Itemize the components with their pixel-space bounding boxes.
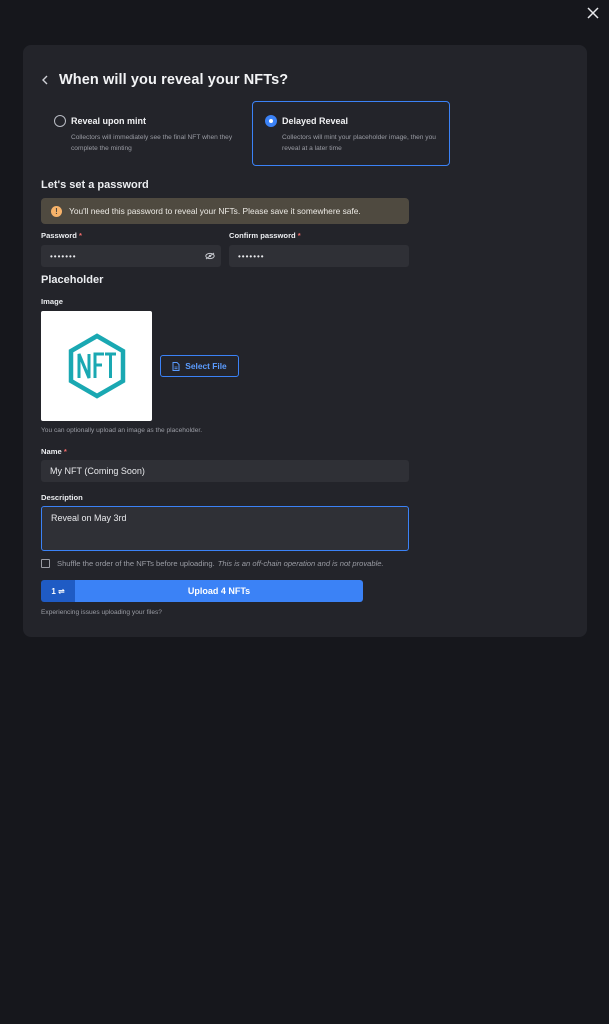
eye-off-icon[interactable] (205, 252, 215, 260)
file-icon (172, 361, 180, 371)
password-section-title: Let's set a password (41, 179, 149, 191)
password-field[interactable]: ••••••• (41, 245, 221, 267)
name-label: Name * (41, 447, 67, 456)
name-value: My NFT (Coming Soon) (50, 466, 145, 476)
name-input[interactable]: My NFT (Coming Soon) (41, 460, 409, 482)
confirm-label-text: Confirm password (229, 231, 296, 240)
required-mark: * (297, 231, 301, 240)
confirm-password-value: ••••••• (238, 251, 265, 261)
image-hint: You can optionally upload an image as th… (41, 427, 203, 434)
description-textarea[interactable]: Reveal on May 3rd (41, 506, 409, 551)
shuffle-option: Shuffle the order of the NFTs before upl… (41, 559, 384, 568)
shuffle-checkbox[interactable] (41, 559, 50, 568)
reveal-panel: When will you reveal your NFTs? Reveal u… (23, 45, 587, 637)
name-label-text: Name (41, 447, 62, 456)
password-label-text: Password (41, 231, 77, 240)
chevron-left-icon (42, 75, 48, 85)
back-button[interactable] (41, 72, 55, 88)
option-description: Collectors will immediately see the fina… (71, 134, 233, 152)
required-mark: * (63, 447, 67, 456)
shuffle-label: Shuffle the order of the NFTs before upl… (57, 559, 215, 568)
shuffle-note: This is an off-chain operation and is no… (217, 559, 384, 568)
required-mark: * (79, 231, 82, 240)
warning-text: You'll need this password to reveal your… (69, 206, 361, 216)
upload-button[interactable]: Upload 4 NFTs (75, 580, 363, 602)
upload-help-link[interactable]: Experiencing issues uploading your files… (41, 609, 162, 616)
description-label: Description (41, 493, 83, 502)
placeholder-image (41, 311, 152, 421)
nft-logo (68, 333, 125, 399)
placeholder-section-title: Placeholder (41, 274, 104, 286)
option-title: Reveal upon mint (71, 116, 147, 126)
description-value: Reveal on May 3rd (51, 513, 127, 523)
select-file-label: Select File (185, 361, 227, 371)
option-delayed-reveal[interactable]: Delayed Reveal Collectors will mint your… (252, 101, 450, 166)
dialog-header: When will you reveal your NFTs? (41, 72, 288, 88)
close-button[interactable] (584, 4, 602, 22)
option-title: Delayed Reveal (282, 116, 349, 126)
password-value: ••••••• (50, 251, 77, 261)
confirm-password-label: Confirm password * (229, 231, 301, 240)
close-icon (587, 7, 599, 19)
radio-reveal-upon-mint[interactable] (54, 115, 66, 127)
confirm-password-field[interactable]: ••••••• (229, 245, 409, 267)
option-description: Collectors will mint your placeholder im… (282, 134, 436, 152)
upload-controls: 1 ⇌ Upload 4 NFTs (41, 580, 363, 602)
password-label: Password * (41, 231, 82, 240)
select-file-button[interactable]: Select File (160, 355, 239, 377)
page-title: When will you reveal your NFTs? (59, 72, 289, 88)
image-label: Image (41, 297, 63, 306)
radio-delayed-reveal[interactable] (265, 115, 277, 127)
warning-icon: ! (51, 205, 62, 217)
option-reveal-upon-mint[interactable]: Reveal upon mint Collectors will immedia… (41, 101, 239, 166)
password-warning: ! You'll need this password to reveal yo… (41, 198, 409, 224)
quantity-toggle[interactable]: 1 ⇌ (41, 580, 75, 602)
